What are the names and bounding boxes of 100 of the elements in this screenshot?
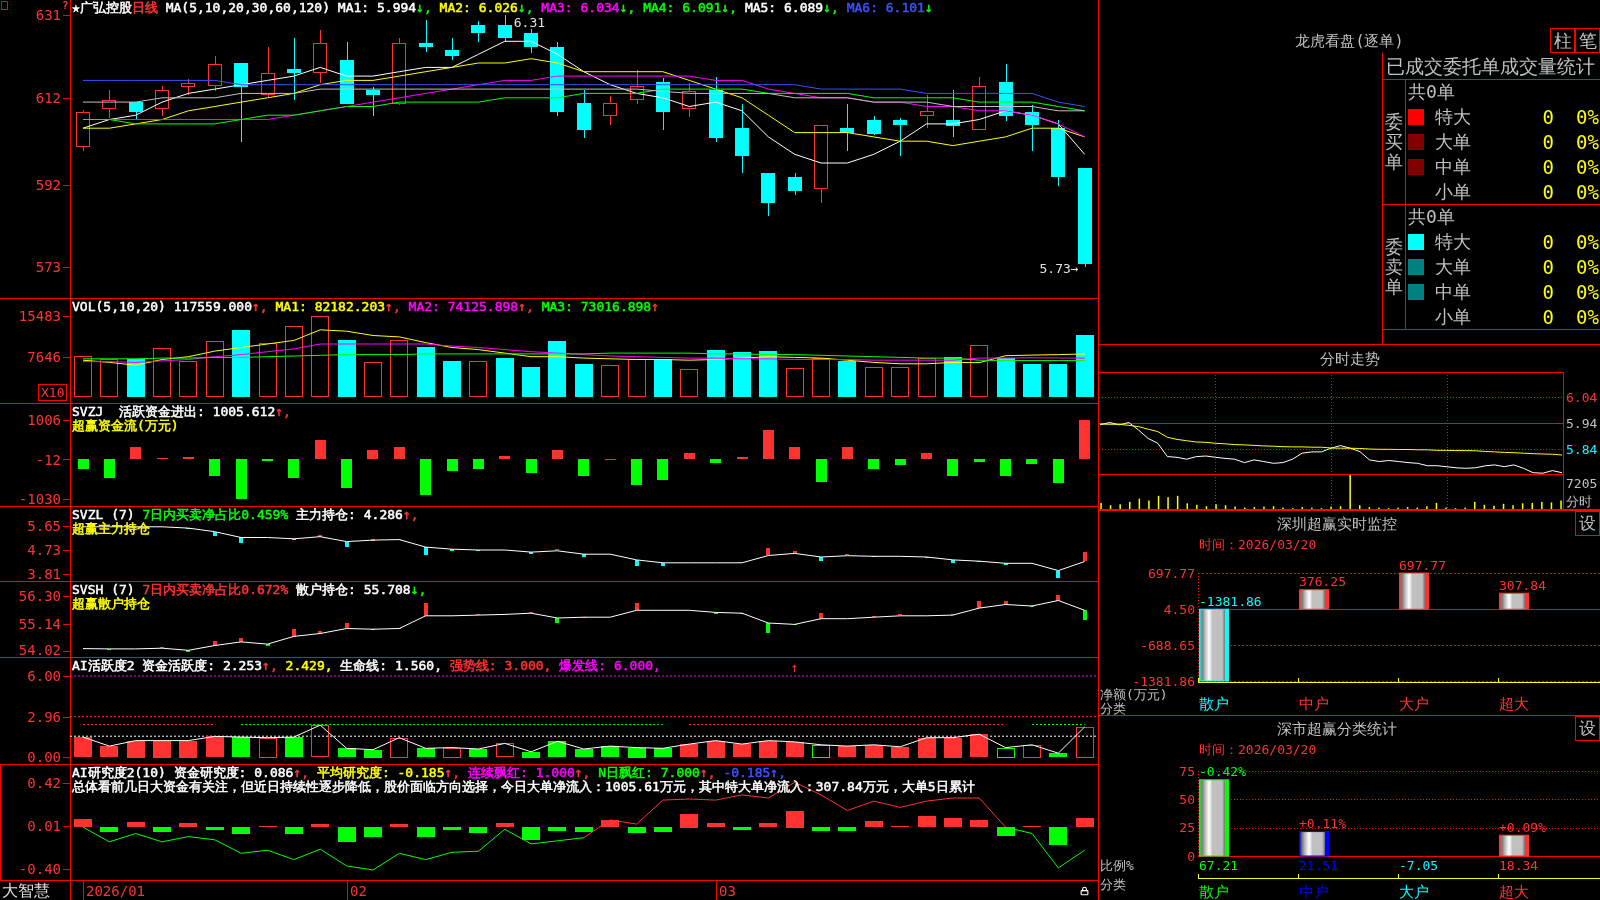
axis-tick-label: 573 (35, 259, 61, 276)
axis-title: 比例% (1100, 857, 1134, 873)
axis-tick-label: 4.50 (1163, 601, 1195, 617)
axis-tick-label: 7646 (27, 349, 61, 365)
axis-tick-label: 2.96 (27, 709, 61, 726)
axis-tick-label: -0.40 (18, 861, 61, 877)
axis-tick-label: 56.30 (18, 588, 61, 605)
vertical-group-label: 委买单 (1385, 112, 1403, 172)
panel-title: 龙虎看盘(逐单) (1295, 31, 1404, 50)
value-label: 697.77 (1399, 557, 1446, 573)
order-percent: 0% (1576, 181, 1600, 202)
value-label: 307.84 (1499, 577, 1546, 593)
indicator-legend: ★广弘控股日线 MA(5,10,20,30,60,120) MA1: 5.994↓, MA2: 6.026↓, MA3: 6.034↓, MA4: 6.091↓, MA5: 6.089↓, MA6: 6.101↓ (72, 1, 933, 15)
unit-label: X10 (38, 384, 68, 401)
axis-tick-label: -1381.86 (1132, 673, 1195, 689)
axis-tick-label: 15483 (18, 308, 61, 324)
time-axis-label: 2026/01 (86, 883, 145, 899)
panel-title: 深圳超赢实时监控 (1277, 514, 1397, 533)
vertical-group-label: 委卖单 (1385, 237, 1403, 297)
app-name: 大智慧 (1, 881, 51, 900)
indicator-caption: 超赢散户持仓 (72, 597, 150, 611)
order-count: 0 (1542, 281, 1554, 302)
table-title: 已成交委托单成交量统计 (1386, 55, 1595, 77)
axis-tick-label: 0.42 (27, 775, 61, 792)
axis-tick-label: 6.00 (27, 668, 61, 684)
indicator-caption: 超赢资金流(万元) (72, 419, 179, 433)
order-type-label: 小单 (1435, 306, 1471, 327)
category-label: 中户 (1299, 883, 1329, 900)
timestamp: 时间：2026/03/20 (1199, 537, 1317, 552)
axis-title: 净额(万元) (1100, 686, 1168, 702)
axis-tick-label: 631 (35, 7, 61, 24)
axis-tick-label: 7205 (1566, 475, 1598, 491)
signal-arrow: ↑ (790, 659, 799, 675)
axis-title: 分时 (1566, 493, 1592, 509)
order-count: 0 (1542, 131, 1554, 152)
value-label: -1381.86 (1199, 593, 1262, 609)
help-mark: ? (62, 0, 69, 11)
axis-tick-label: 50 (1179, 791, 1195, 807)
time-axis-label: 02 (350, 883, 367, 899)
category-label: 散户 (1199, 695, 1229, 713)
price-label: 6.31 (513, 14, 546, 30)
axis-tick-label: 697.77 (1148, 565, 1195, 581)
category-label: 超大 (1499, 883, 1529, 900)
category-label: 散户 (1199, 883, 1229, 900)
order-total: 共0单 (1408, 82, 1455, 102)
order-type-label: 小单 (1435, 181, 1471, 202)
category-label: 超大 (1499, 695, 1529, 713)
axis-tick-label: 592 (35, 176, 61, 193)
value-label: 376.25 (1299, 574, 1346, 590)
order-percent: 0% (1576, 306, 1600, 327)
indicator-legend: AI活跃度2 资金活跃度: 2.253↑, 2.429, 生命线: 1.560, 强势线: 3.000, 爆发线: 6.000, (72, 659, 661, 673)
axis-tick-label: 5.84 (1566, 441, 1598, 457)
order-percent: 0% (1576, 131, 1600, 152)
value-label: 18.34 (1499, 857, 1539, 873)
order-count: 0 (1542, 106, 1554, 127)
time-axis-label: 03 (719, 883, 736, 899)
indicator-legend: AI研究度2(10) 资金研究度: 0.086↑, 平均研究度: -0.185↑, 连续飘红: 1.000↑, N日飘红: 7.000↑, -0.185↑, (72, 766, 786, 780)
order-percent: 0% (1576, 281, 1600, 302)
order-total: 共0单 (1408, 207, 1455, 227)
order-percent: 0% (1576, 231, 1600, 252)
category-label: 大户 (1399, 695, 1429, 713)
axis-tick-label: 4.73 (27, 542, 61, 558)
price-label: 5.73→ (1039, 260, 1079, 276)
order-percent: 0% (1576, 156, 1600, 177)
axis-tick-label: 612 (35, 89, 61, 106)
axis-title: 分类 (1100, 876, 1126, 892)
order-type-label: 大单 (1435, 131, 1471, 152)
axis-tick-label: 0.01 (27, 818, 61, 835)
axis-tick-label: 75 (1179, 763, 1195, 779)
order-type-label: 中单 (1435, 156, 1471, 177)
value-label: 67.21 (1199, 857, 1239, 873)
indicator-legend: VOL(5,10,20) 117559.000↑, MA1: 82182.203↑, MA2: 74125.898↑, MA3: 73016.898↑ (72, 300, 660, 314)
axis-tick-label: 0 (1187, 848, 1195, 864)
order-count: 0 (1542, 156, 1554, 177)
axis-tick-label: -688.65 (1140, 637, 1195, 653)
indicator-legend: SVZL (7) 7日内买卖净占比0.459% 主力持仓: 4.286↑, (72, 508, 419, 522)
change-label: +0.11% (1299, 816, 1346, 832)
axis-tick-label: 0.00 (27, 749, 61, 765)
order-percent: 0% (1576, 256, 1600, 277)
change-label: -0.42% (1199, 764, 1246, 780)
axis-tick-label: 1006 (27, 412, 61, 428)
order-count: 0 (1542, 231, 1554, 252)
axis-tick-label: -12 (35, 451, 61, 468)
axis-tick-label: 5.65 (27, 518, 61, 534)
order-type-label: 特大 (1435, 106, 1471, 127)
order-count: 0 (1542, 256, 1554, 277)
axis-tick-label: 25 (1179, 820, 1195, 836)
order-type-label: 大单 (1435, 256, 1471, 277)
indicator-legend: SVSH (7) 7日内买卖净占比0.672% 散户持仓: 55.708↓, (72, 583, 427, 597)
timestamp: 时间：2026/03/20 (1199, 742, 1317, 757)
value-label: -7.05 (1399, 857, 1439, 873)
category-label: 中户 (1299, 695, 1329, 713)
axis-tick-label: 5.94 (1566, 415, 1598, 431)
order-count: 0 (1542, 306, 1554, 327)
indicator-legend: SVZJ 活跃资金进出: 1005.612↑, (72, 405, 291, 419)
axis-tick-label: -1030 (18, 491, 61, 507)
panel-title: 深市超赢分类统计 (1277, 719, 1397, 738)
order-type-label: 中单 (1435, 281, 1471, 302)
axis-title: 分类 (1100, 700, 1126, 715)
order-type-label: 特大 (1435, 231, 1471, 252)
